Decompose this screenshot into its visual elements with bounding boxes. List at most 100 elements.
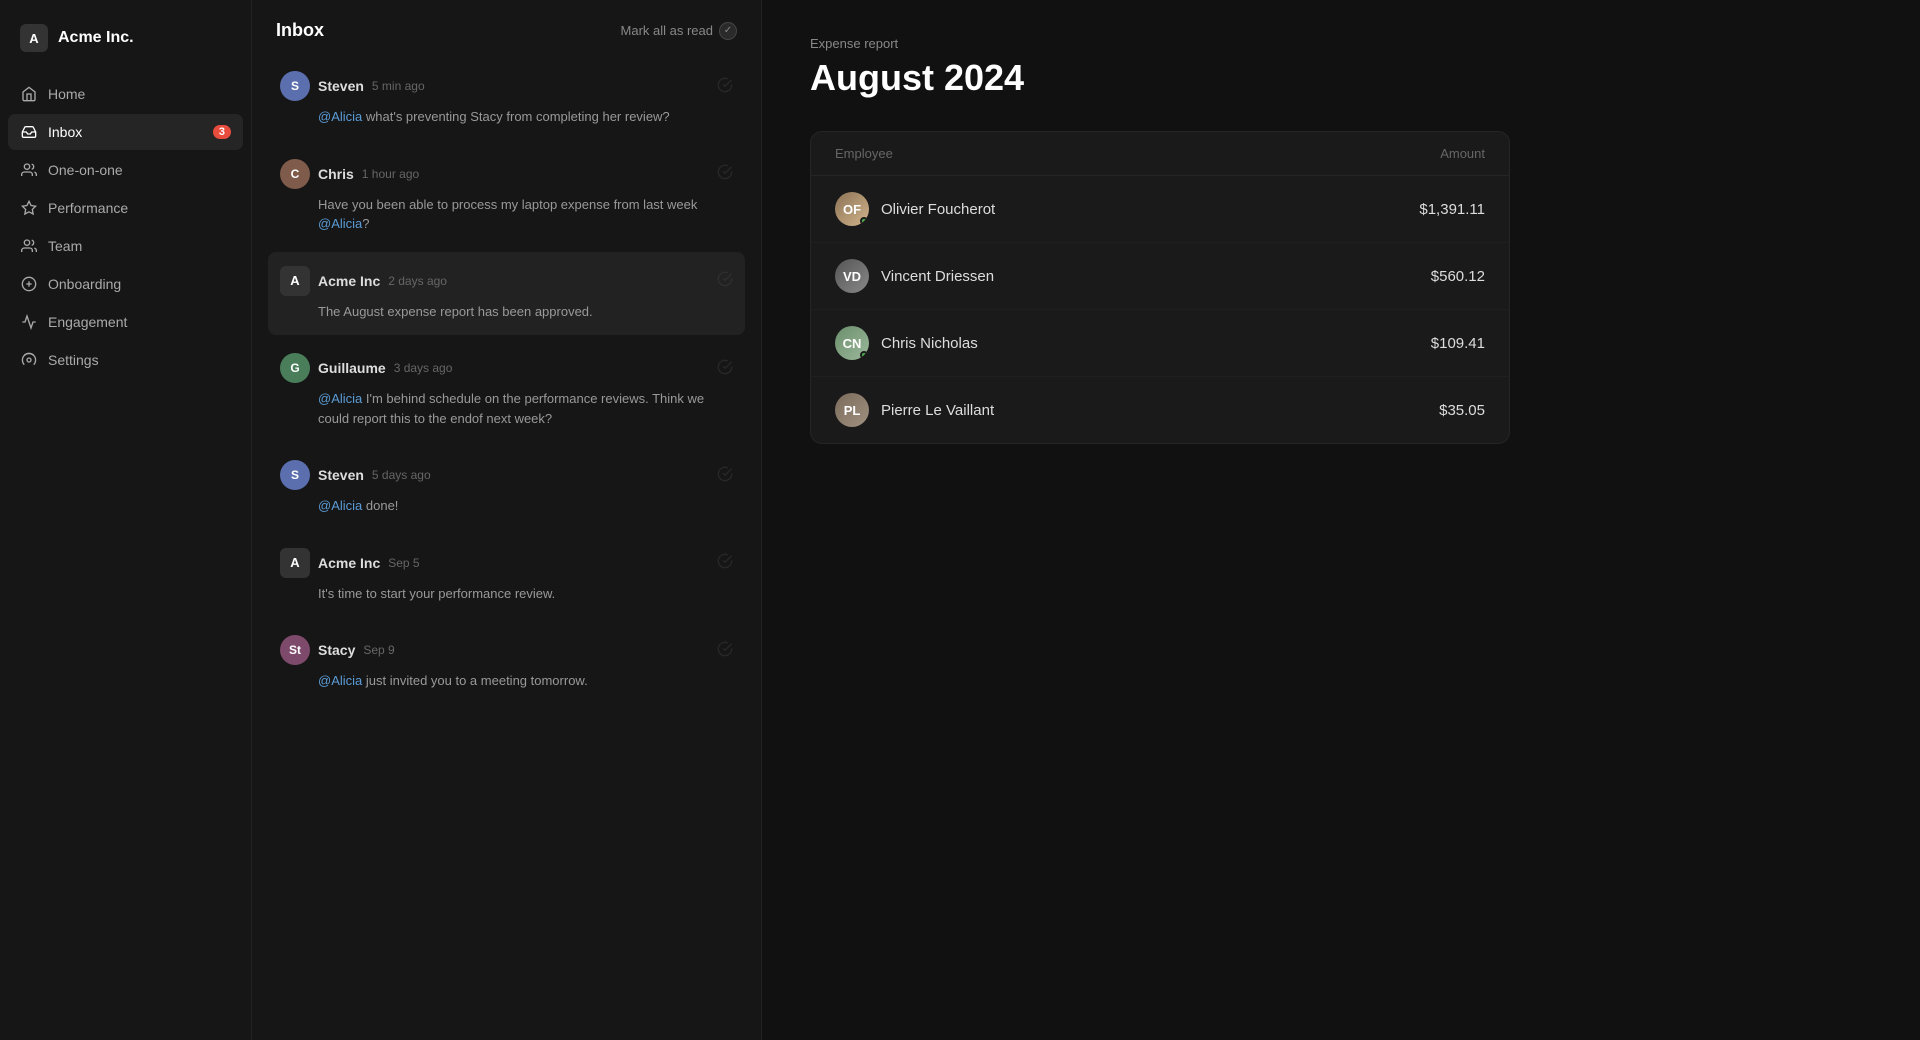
mark-all-read-label: Mark all as read [621, 23, 713, 38]
employee-amount: $1,391.11 [1419, 201, 1485, 218]
message-time: Sep 9 [363, 643, 394, 657]
read-status-icon [717, 553, 733, 572]
expense-card: Employee Amount OF Olivier Foucherot $1,39… [810, 131, 1510, 444]
employee-name: Pierre Le Vaillant [881, 402, 994, 419]
sender-name: Steven [318, 467, 364, 483]
sidebar-item-performance[interactable]: Performance [8, 190, 243, 226]
read-status-icon [717, 164, 733, 183]
home-icon [20, 85, 38, 103]
avatar: St [280, 635, 310, 665]
inbox-title: Inbox [276, 20, 324, 41]
read-status-icon [717, 466, 733, 485]
message-item[interactable]: SSteven5 min ago@Alicia what's preventin… [268, 57, 745, 141]
read-status-icon [717, 77, 733, 96]
sidebar: A Acme Inc. Home Inbox 3 One-on-one Performa… [0, 0, 252, 1040]
message-time: Sep 5 [388, 556, 419, 570]
mention: @Alicia [318, 391, 362, 406]
expense-row: OF Olivier Foucherot $1,391.11 [811, 176, 1509, 243]
employee-name: Olivier Foucherot [881, 201, 995, 218]
mention: @Alicia [318, 673, 362, 688]
mention: @Alicia [318, 109, 362, 124]
performance-icon [20, 199, 38, 217]
sidebar-label-performance: Performance [48, 200, 128, 216]
sidebar-item-inbox[interactable]: Inbox 3 [8, 114, 243, 150]
message-body: @Alicia I'm behind schedule on the perfo… [280, 389, 733, 428]
avatar: C [280, 159, 310, 189]
message-item[interactable]: AAcme IncSep 5It's time to start your pe… [268, 534, 745, 618]
message-item[interactable]: C Chris 1 hour ago Have you been able to pr… [268, 145, 745, 248]
settings-icon [20, 351, 38, 369]
sidebar-item-home[interactable]: Home [8, 76, 243, 112]
avatar: S [280, 460, 310, 490]
sender-name: Guillaume [318, 360, 386, 376]
online-dot [860, 217, 868, 225]
sender-name: Steven [318, 78, 364, 94]
mention: @Alicia [318, 216, 362, 231]
one-on-one-icon [20, 161, 38, 179]
inbox-header: Inbox Mark all as read ✓ [252, 0, 761, 57]
employee-name: Chris Nicholas [881, 335, 978, 352]
employee-amount: $560.12 [1431, 268, 1485, 285]
message-body: It's time to start your performance revi… [280, 584, 733, 604]
sidebar-item-team[interactable]: Team [8, 228, 243, 264]
expense-row: PL Pierre Le Vaillant $35.05 [811, 377, 1509, 443]
message-time: 5 min ago [372, 79, 425, 93]
expense-report-title: August 2024 [810, 57, 1872, 99]
expense-rows: OF Olivier Foucherot $1,391.11 VDVincent Dr… [811, 176, 1509, 443]
message-time: 1 hour ago [362, 167, 419, 181]
employee-avatar: OF [835, 192, 869, 226]
employee-avatar: PL [835, 393, 869, 427]
expense-table-header: Employee Amount [811, 132, 1509, 176]
employee-avatar: VD [835, 259, 869, 293]
logo-avatar: A [20, 24, 48, 52]
sidebar-nav: Home Inbox 3 One-on-one Performance Team Onboa… [0, 76, 251, 378]
col-employee: Employee [835, 146, 893, 161]
message-item[interactable]: St Stacy Sep 9 @Alicia just invited you to … [268, 621, 745, 705]
avatar: A [280, 266, 310, 296]
sidebar-item-settings[interactable]: Settings [8, 342, 243, 378]
sender-name: Stacy [318, 642, 355, 658]
online-dot [860, 351, 868, 359]
sidebar-label-inbox: Inbox [48, 124, 82, 140]
sidebar-item-one-on-one[interactable]: One-on-one [8, 152, 243, 188]
employee-amount: $35.05 [1439, 402, 1485, 419]
message-item[interactable]: AAcme Inc2 days agoThe August expense re… [268, 252, 745, 336]
mark-all-read-button[interactable]: Mark all as read ✓ [621, 22, 737, 40]
message-time: 5 days ago [372, 468, 431, 482]
expense-row: CNChris Nicholas$109.41 [811, 310, 1509, 377]
read-status-icon [717, 359, 733, 378]
team-icon [20, 237, 38, 255]
message-time: 2 days ago [388, 274, 447, 288]
check-circle-icon: ✓ [719, 22, 737, 40]
message-body: @Alicia done! [280, 496, 733, 516]
sidebar-label-home: Home [48, 86, 85, 102]
message-body: @Alicia just invited you to a meeting to… [280, 671, 733, 691]
avatar: G [280, 353, 310, 383]
sidebar-item-onboarding[interactable]: Onboarding [8, 266, 243, 302]
inbox-badge: 3 [213, 125, 231, 139]
message-time: 3 days ago [394, 361, 453, 375]
company-name: Acme Inc. [58, 29, 134, 47]
sidebar-item-engagement[interactable]: Engagement [8, 304, 243, 340]
app-logo[interactable]: A Acme Inc. [0, 16, 251, 76]
inbox-messages: S Steven 5 min ago @Alicia what's preventin… [252, 57, 761, 1040]
sidebar-label-team: Team [48, 238, 82, 254]
inbox-icon [20, 123, 38, 141]
employee-avatar: CN [835, 326, 869, 360]
sender-name: Chris [318, 166, 354, 182]
read-status-icon [717, 641, 733, 660]
message-body: Have you been able to process my laptop … [280, 195, 733, 234]
expense-row: VDVincent Driessen$560.12 [811, 243, 1509, 310]
read-status-icon [717, 271, 733, 290]
avatar: A [280, 548, 310, 578]
message-item[interactable]: G Guillaume 3 days ago @Alicia I'm behind s… [268, 339, 745, 442]
onboarding-icon [20, 275, 38, 293]
col-amount: Amount [1440, 146, 1485, 161]
sender-name: Acme Inc [318, 273, 380, 289]
engagement-icon [20, 313, 38, 331]
sidebar-label-one-on-one: One-on-one [48, 162, 123, 178]
sidebar-label-onboarding: Onboarding [48, 276, 121, 292]
message-body: @Alicia what's preventing Stacy from com… [280, 107, 733, 127]
message-item[interactable]: S Steven 5 days ago @Alicia done! [268, 446, 745, 530]
inbox-panel: Inbox Mark all as read ✓ S Steven 5 min ag… [252, 0, 762, 1040]
